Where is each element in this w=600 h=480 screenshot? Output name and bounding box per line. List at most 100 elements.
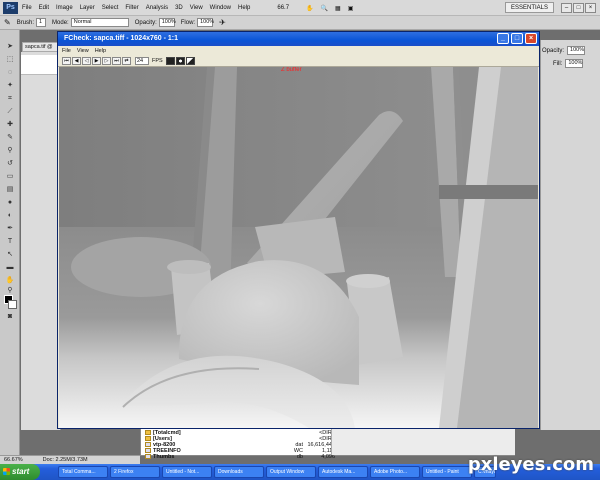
shape-tool-icon[interactable]: ▬: [4, 263, 16, 273]
opacity-label: Opacity:: [134, 19, 157, 26]
background-document-strip: [21, 55, 61, 75]
play-icon[interactable]: ▶: [92, 57, 101, 65]
start-button[interactable]: start: [0, 464, 40, 480]
menu-window[interactable]: Window: [210, 5, 231, 11]
play-back-icon[interactable]: ◁: [82, 57, 91, 65]
shelf-right: [439, 185, 538, 199]
photoshop-menu: File Edit Image Layer Select Filter Anal…: [22, 0, 360, 16]
gradient-tool-icon[interactable]: ▤: [4, 185, 16, 195]
layer-opacity-row: Opacity: 100%: [541, 46, 586, 55]
zbuffer-channel-icon[interactable]: [185, 57, 195, 65]
brush-tool-icon[interactable]: ✎: [4, 133, 16, 143]
path-select-icon[interactable]: ↖: [4, 250, 16, 260]
first-frame-icon[interactable]: ⏮: [62, 57, 71, 65]
background-document-canvas: [21, 52, 61, 430]
watermark: pxleyes.com: [467, 454, 594, 475]
hand-icon[interactable]: ✋: [306, 5, 313, 12]
alpha-channel-icon[interactable]: [175, 57, 185, 65]
airbrush-icon[interactable]: ✈: [219, 18, 226, 27]
maximize-icon[interactable]: □: [573, 2, 584, 13]
layer-fill-field[interactable]: 100%: [565, 59, 584, 68]
pen-tool-icon[interactable]: ✒: [4, 224, 16, 234]
eyedropper-tool-icon[interactable]: ⟋: [4, 107, 16, 117]
mode-select[interactable]: Normal: [70, 18, 129, 27]
menu-file[interactable]: File: [22, 5, 32, 11]
photoshop-menubar: Ps File Edit Image Layer Select Filter A…: [0, 0, 600, 16]
menu-analysis[interactable]: Analysis: [146, 5, 168, 11]
flow-field[interactable]: 100%: [197, 18, 214, 27]
history-brush-icon[interactable]: ↺: [4, 159, 16, 169]
fcheck-maximize-icon[interactable]: □: [511, 33, 523, 44]
crop-tool-icon[interactable]: ⌗: [4, 94, 16, 104]
type-tool-icon[interactable]: T: [4, 237, 16, 247]
task-output-window[interactable]: Output Window: [266, 466, 316, 478]
step-back-icon[interactable]: ◀: [72, 57, 81, 65]
quick-mask-icon[interactable]: ◙: [4, 312, 16, 322]
task-totalcmd[interactable]: Total Comma...: [58, 466, 108, 478]
menu-3d[interactable]: 3D: [175, 5, 183, 11]
menu-filter[interactable]: Filter: [125, 5, 138, 11]
move-tool-icon[interactable]: ➤: [4, 42, 16, 52]
background-color-swatch[interactable]: [8, 300, 17, 309]
menu-edit[interactable]: Edit: [39, 5, 49, 11]
task-firefox[interactable]: 2 Firefox: [110, 466, 160, 478]
lasso-tool-icon[interactable]: ◌: [4, 68, 16, 78]
file-name: Thumbs: [153, 454, 175, 460]
folder-icon: [145, 430, 151, 435]
fcheck-toolbar: ⏮ ◀ ◁ ▶ ▷ ⏭ ⇄ 24 FPS: [58, 56, 539, 67]
task-photoshop[interactable]: Adobe Photo...: [370, 466, 420, 478]
fps-label: FPS: [152, 58, 163, 64]
menu-help[interactable]: Help: [238, 5, 250, 11]
menu-select[interactable]: Select: [102, 5, 119, 11]
fps-input[interactable]: 24: [135, 57, 149, 65]
healing-tool-icon[interactable]: ✚: [4, 120, 16, 130]
task-maya[interactable]: Autodesk Ma...: [318, 466, 368, 478]
layer-opacity-field[interactable]: 100%: [567, 46, 586, 55]
opacity-field[interactable]: 100%: [158, 18, 176, 27]
fcheck-minimize-icon[interactable]: _: [497, 33, 509, 44]
screen-mode-icon[interactable]: ▣: [348, 5, 354, 12]
menu-image[interactable]: Image: [56, 5, 73, 11]
close-icon[interactable]: ×: [585, 2, 596, 13]
layer-fill-row: Fill: 100%: [541, 59, 584, 68]
fcheck-menu-view[interactable]: View: [77, 48, 89, 54]
task-notepad[interactable]: Untitled - Not...: [162, 466, 212, 478]
rgb-channel-icon[interactable]: [165, 57, 175, 65]
task-downloads[interactable]: Downloads: [214, 466, 264, 478]
task-paint[interactable]: Untitled - Paint: [422, 466, 472, 478]
file-icon: [145, 448, 151, 453]
brush-size-picker[interactable]: 1: [36, 18, 47, 27]
status-zoom[interactable]: 66.67%: [4, 456, 23, 464]
fcheck-menubar: File View Help: [58, 46, 539, 56]
arrange-icon[interactable]: ▦: [335, 5, 341, 12]
blur-tool-icon[interactable]: ●: [4, 198, 16, 208]
tools-panel: ➤ ⬚ ◌ ✦ ⌗ ⟋ ✚ ✎ ⚲ ↺ ▭ ▤ ● ◐ ✒ T ↖ ▬ ✋ ⚲ …: [0, 30, 20, 455]
layers-panel: Opacity: 100% Fill: 100%: [540, 40, 600, 430]
workspace-switcher[interactable]: ESSENTIALS: [504, 2, 554, 13]
last-frame-icon[interactable]: ⏭: [112, 57, 121, 65]
mode-label: Mode:: [52, 19, 69, 26]
brush-tool-icon[interactable]: ✎: [4, 18, 11, 27]
step-forward-icon[interactable]: ▷: [102, 57, 111, 65]
eraser-tool-icon[interactable]: ▭: [4, 172, 16, 182]
menu-view[interactable]: View: [190, 5, 203, 11]
file-row[interactable]: Thumbs db 4,096: [145, 454, 335, 460]
photoshop-logo: Ps: [3, 2, 18, 14]
status-doc-size: Doc: 2.25M/3.73M: [42, 457, 88, 463]
quick-select-icon[interactable]: ✦: [4, 81, 16, 91]
stamp-tool-icon[interactable]: ⚲: [4, 146, 16, 156]
dodge-tool-icon[interactable]: ◐: [4, 211, 16, 221]
zoom-icon[interactable]: 🔍: [321, 5, 328, 12]
fcheck-titlebar[interactable]: FCheck: sapca.tiff - 1024x760 - 1:1 _ □ …: [58, 32, 539, 46]
fcheck-menu-file[interactable]: File: [62, 48, 71, 54]
file-manager-right-pane: [331, 429, 515, 455]
workspace-controls: ESSENTIALS – □ ×: [504, 2, 596, 13]
marquee-tool-icon[interactable]: ⬚: [4, 55, 16, 65]
fcheck-menu-help[interactable]: Help: [95, 48, 106, 54]
hand-tool-icon[interactable]: ✋: [4, 276, 16, 286]
minimize-icon[interactable]: –: [561, 2, 572, 13]
menu-layer[interactable]: Layer: [80, 5, 95, 11]
fcheck-close-icon[interactable]: ×: [525, 33, 537, 44]
loop-icon[interactable]: ⇄: [122, 57, 131, 65]
zoom-readout[interactable]: 66.7: [277, 5, 289, 11]
